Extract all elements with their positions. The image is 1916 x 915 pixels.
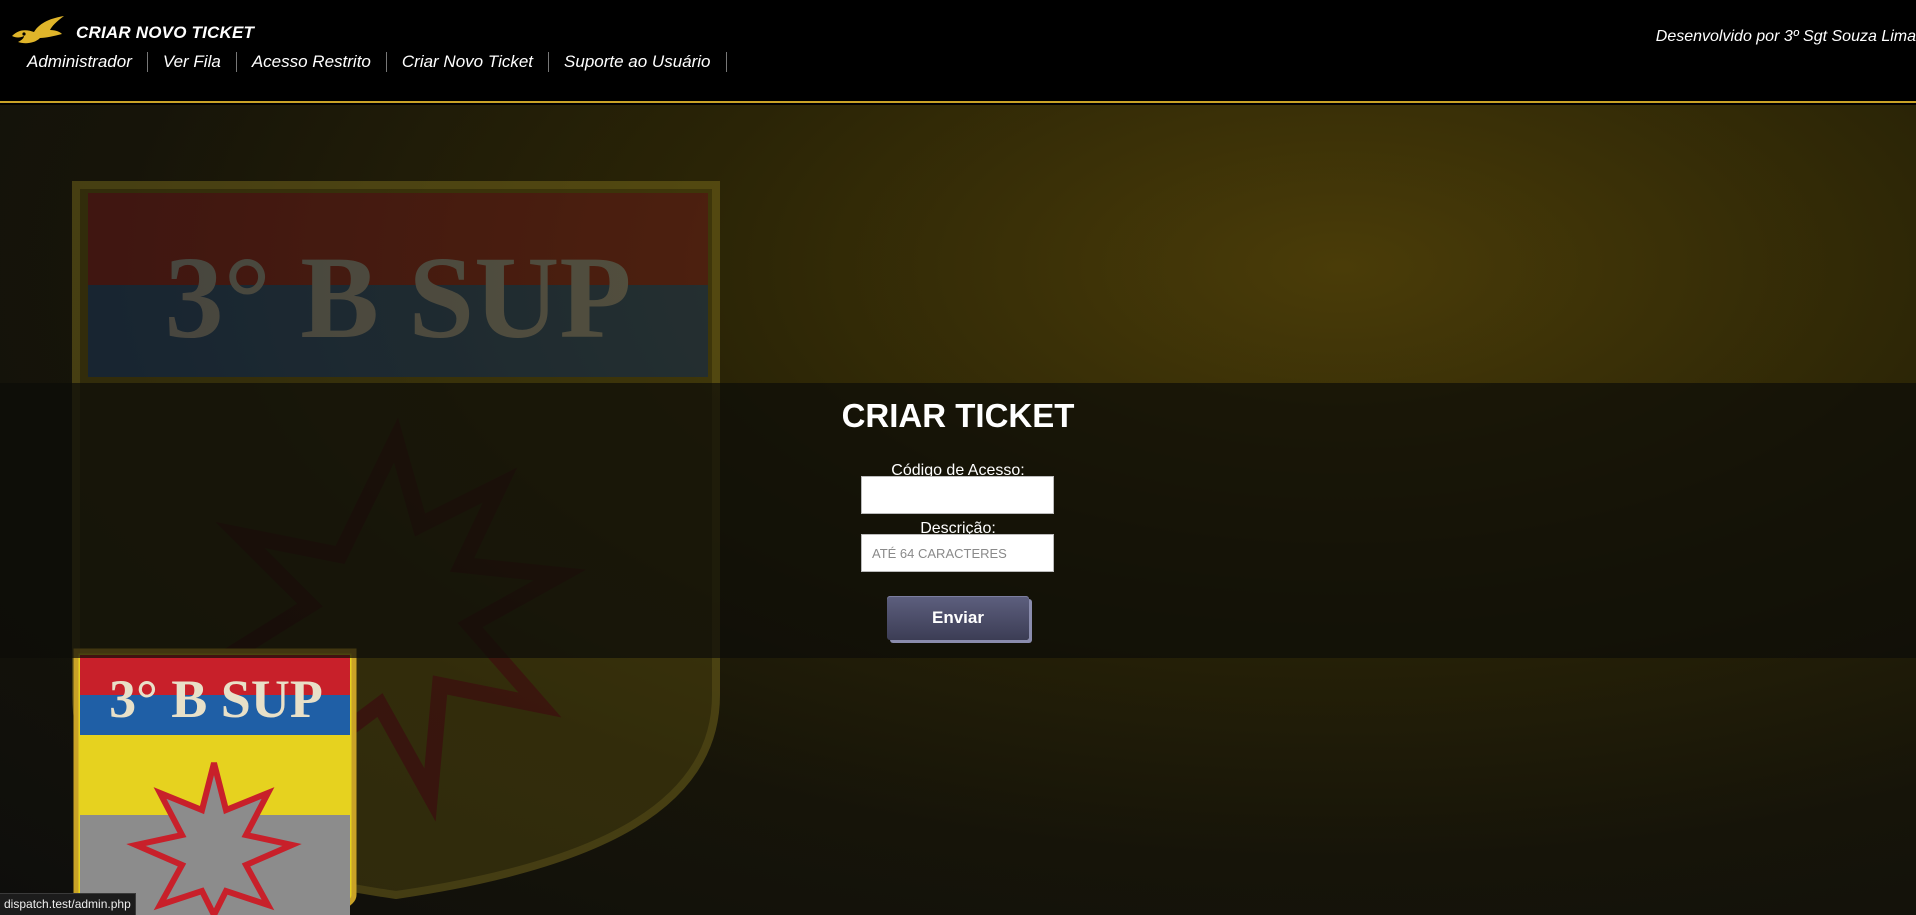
top-navbar: CRIAR NOVO TICKET Administrador Ver Fila… <box>0 0 1916 103</box>
page-background: 3° B SUP 3° B SUP CRIAR TICKET Código de… <box>0 105 1916 915</box>
golden-eagle-icon[interactable] <box>10 14 66 48</box>
emblem-large-text: 3° B SUP <box>165 232 632 363</box>
submit-button[interactable]: Enviar <box>887 596 1029 640</box>
browser-status-url: dispatch.test/admin.php <box>0 893 136 915</box>
developer-credit: Desenvolvido por 3º Sgt Souza Lima <box>1655 28 1916 45</box>
form-title: CRIAR TICKET <box>841 397 1075 434</box>
description-input[interactable] <box>861 534 1054 572</box>
nav-item-administrador[interactable]: Administrador <box>12 52 148 72</box>
emblem-small-text: 3° B SUP <box>109 669 323 729</box>
app-title: CRIAR NOVO TICKET <box>76 23 255 42</box>
create-ticket-panel: CRIAR TICKET Código de Acesso: Descrição… <box>0 383 1916 658</box>
access-code-input[interactable] <box>861 476 1054 514</box>
nav-item-acesso-restrito[interactable]: Acesso Restrito <box>237 52 387 72</box>
nav-item-criar-novo-ticket[interactable]: Criar Novo Ticket <box>387 52 550 72</box>
nav-item-ver-fila[interactable]: Ver Fila <box>148 52 237 72</box>
nav-item-suporte-ao-usuario[interactable]: Suporte ao Usuário <box>549 52 727 72</box>
main-nav: Administrador Ver Fila Acesso Restrito C… <box>12 52 727 72</box>
